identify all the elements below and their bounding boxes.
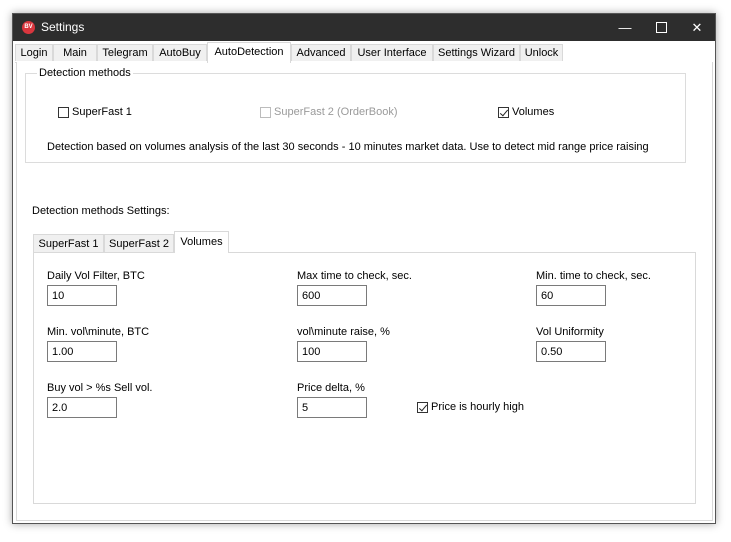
price-hourly-high-checkbox[interactable]: Price is hourly high (417, 401, 524, 413)
tab-user-interface[interactable]: User Interface (351, 44, 433, 61)
max-time-check-input[interactable] (297, 285, 367, 306)
vol-uniformity-input[interactable] (536, 341, 606, 362)
min-time-check-label: Min. time to check, sec. (536, 270, 651, 282)
vol-minute-raise-input[interactable] (297, 341, 367, 362)
subtab-superfast2[interactable]: SuperFast 2 (104, 234, 174, 252)
superfast1-label: SuperFast 1 (72, 106, 132, 118)
subtab-volumes[interactable]: Volumes (174, 231, 229, 253)
daily-vol-filter-input[interactable] (47, 285, 117, 306)
min-vol-minute-input[interactable] (47, 341, 117, 362)
minimize-button[interactable]: — (607, 14, 643, 41)
detection-description: Detection based on volumes analysis of t… (47, 141, 649, 153)
checkbox-box (58, 106, 69, 118)
tab-login[interactable]: Login (15, 44, 53, 61)
main-tabstrip: Login Main Telegram AutoBuy AutoDetectio… (15, 42, 713, 63)
detection-methods-title: Detection methods (37, 67, 133, 79)
checkbox-checked-icon (417, 401, 428, 413)
tab-main[interactable]: Main (53, 44, 97, 61)
superfast2-checkbox: SuperFast 2 (OrderBook) (260, 106, 398, 118)
tab-settings-wizard[interactable]: Settings Wizard (433, 44, 520, 61)
volumes-checkbox[interactable]: Volumes (498, 106, 554, 118)
subtab-superfast1[interactable]: SuperFast 1 (33, 234, 104, 252)
tab-autodetection[interactable]: AutoDetection (207, 42, 291, 63)
volumes-label: Volumes (512, 106, 555, 118)
title-bar[interactable]: BV Settings — ✕ (13, 14, 715, 41)
maximize-icon (655, 22, 667, 34)
tab-advanced[interactable]: Advanced (291, 44, 351, 61)
vol-minute-raise-label: vol\minute raise, % (297, 326, 390, 338)
buy-vol-sell-label: Buy vol > %s Sell vol. (47, 382, 153, 394)
superfast2-label: SuperFast 2 (OrderBook) (274, 106, 398, 118)
tab-telegram[interactable]: Telegram (97, 44, 153, 61)
close-button[interactable]: ✕ (679, 14, 715, 41)
vol-uniformity-label: Vol Uniformity (536, 326, 604, 338)
window-title: Settings (41, 20, 85, 34)
minimize-icon: — (618, 20, 632, 35)
price-delta-label: Price delta, % (297, 382, 365, 394)
superfast1-checkbox[interactable]: SuperFast 1 (58, 106, 132, 118)
buy-vol-sell-input[interactable] (47, 397, 117, 418)
detection-settings-label: Detection methods Settings: (32, 205, 170, 217)
app-logo-icon: BV (22, 21, 35, 34)
tab-autobuy[interactable]: AutoBuy (153, 44, 207, 61)
price-delta-input[interactable] (297, 397, 367, 418)
min-vol-minute-label: Min. vol\minute, BTC (47, 326, 150, 338)
checkbox-checked-icon (498, 106, 509, 118)
min-time-check-input[interactable] (536, 285, 606, 306)
close-icon: ✕ (691, 20, 703, 35)
max-time-check-label: Max time to check, sec. (297, 270, 412, 282)
maximize-button[interactable] (643, 14, 679, 41)
checkbox-box (260, 106, 271, 118)
price-hourly-high-label: Price is hourly high (431, 401, 524, 413)
daily-vol-filter-label: Daily Vol Filter, BTC (47, 270, 145, 282)
tab-unlock[interactable]: Unlock (520, 44, 563, 61)
